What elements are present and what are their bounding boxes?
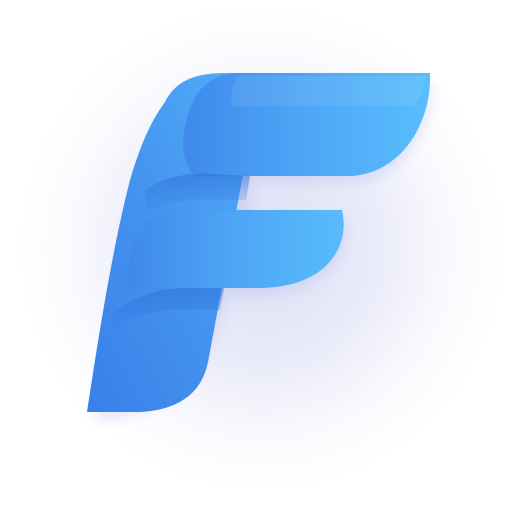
f-top-highlight [231, 76, 426, 106]
logo-canvas [0, 0, 512, 512]
letter-f-logo-icon [87, 73, 433, 420]
f-middle-arm [127, 210, 344, 288]
